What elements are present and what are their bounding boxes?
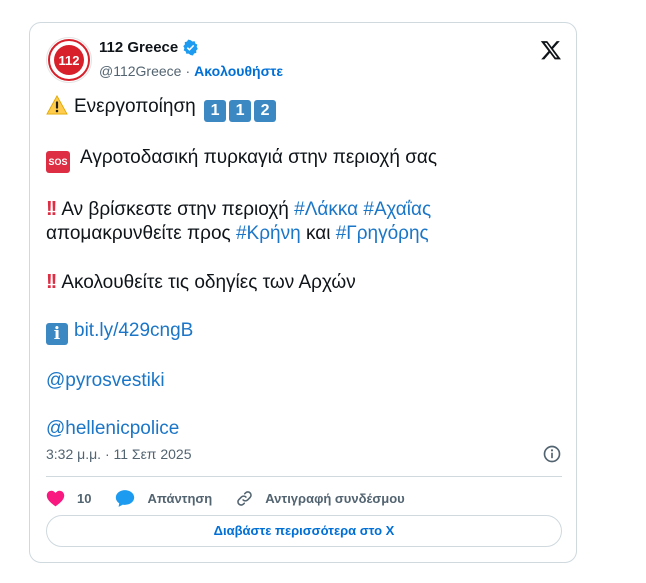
mention-pyrosvestiki[interactable]: @pyrosvestiki xyxy=(46,370,165,391)
reply-label: Απάντηση xyxy=(147,490,213,506)
avatar[interactable]: 112 xyxy=(46,37,92,83)
line-activation: Ενεργοποίηση 112 xyxy=(46,95,562,122)
hashtag-achaias[interactable]: #Αχαΐας xyxy=(363,199,431,220)
tweet-card: 112 112 Greece @112Greece · Ακολουθήστε … xyxy=(29,22,577,563)
action-bar: 10 Απάντηση Αντιγραφή συνδέσμου xyxy=(46,483,429,513)
double-exclamation-icon: !! xyxy=(46,198,57,220)
link-icon xyxy=(237,490,253,506)
mention-hellenicpolice[interactable]: @hellenicpolice xyxy=(46,418,179,439)
tweet-text: Ενεργοποίηση 112 SOS Αγροτοδασική πυρκαγι… xyxy=(46,95,562,441)
short-link[interactable]: bit.ly/429cngB xyxy=(74,320,193,341)
line-mention-1: @pyrosvestiki xyxy=(46,369,562,393)
line-link: i bit.ly/429cngB xyxy=(46,319,562,345)
reply-button[interactable]: Απάντηση xyxy=(115,489,212,508)
line-fire: SOS Αγροτοδασική πυρκαγιά στην περιοχή σα… xyxy=(46,146,562,173)
name-row: 112 Greece xyxy=(99,39,199,56)
line-mention-2: @hellenicpolice xyxy=(46,417,562,441)
fire-text: Αγροτοδασική πυρκαγιά στην περιοχή σας xyxy=(80,147,438,168)
and-text: και xyxy=(305,223,331,244)
avatar-text: 112 xyxy=(59,53,80,68)
digit-box-3: 2 xyxy=(254,100,277,122)
tweet-header: 112 112 Greece @112Greece · Ακολουθήστε xyxy=(46,37,562,85)
info-badge-icon: i xyxy=(46,323,68,345)
separator-dot: · xyxy=(185,63,191,79)
display-name[interactable]: 112 Greece xyxy=(99,39,178,56)
like-button[interactable]: 10 xyxy=(46,489,91,507)
handle-row: @112Greece · Ακολουθήστε xyxy=(99,63,283,79)
evacuate-text: απομακρυνθείτε προς xyxy=(46,223,231,244)
copy-link-label: Αντιγραφή συνδέσμου xyxy=(265,490,405,506)
line-area: !! Αν βρίσκεστε στην περιοχή #Λάκκα #Αχαΐ… xyxy=(46,197,562,222)
digit-box-2: 1 xyxy=(229,100,252,122)
activation-text: Ενεργοποίηση xyxy=(74,96,196,117)
timestamp[interactable]: 3:32 μ.μ. · 11 Σεπ 2025 xyxy=(46,446,192,462)
like-count: 10 xyxy=(77,490,92,506)
verified-badge-icon xyxy=(183,39,199,56)
copy-link-button[interactable]: Αντιγραφή συνδέσμου xyxy=(236,490,405,507)
reply-bubble-icon xyxy=(116,489,135,507)
handle[interactable]: @112Greece xyxy=(99,63,181,79)
x-logo-icon[interactable] xyxy=(540,39,562,61)
divider xyxy=(46,476,562,477)
info-circle-icon[interactable] xyxy=(542,444,562,464)
line-evacuate: απομακρυνθείτε προς #Κρήνη και #Γρηγόρης xyxy=(46,222,562,246)
read-more-button[interactable]: Διαβάστε περισσότερα στο X xyxy=(46,515,562,547)
follow-button[interactable]: Ακολουθήστε xyxy=(194,63,283,79)
digit-box-1: 1 xyxy=(204,100,227,122)
hashtag-lakka[interactable]: #Λάκκα xyxy=(294,199,358,220)
area-text: Αν βρίσκεστε στην περιοχή xyxy=(61,199,289,220)
instructions-text: Ακολουθείτε τις οδηγίες των Αρχών xyxy=(61,272,356,293)
tweet-meta: 3:32 μ.μ. · 11 Σεπ 2025 xyxy=(46,444,562,466)
warning-icon xyxy=(46,95,68,115)
line-instructions: !! Ακολουθείτε τις οδηγίες των Αρχών xyxy=(46,270,562,295)
avatar-logo-icon: 112 xyxy=(48,39,90,81)
double-exclamation-icon: !! xyxy=(46,271,57,293)
heart-icon xyxy=(46,490,65,507)
sos-badge-icon: SOS xyxy=(46,151,70,173)
hashtag-grigoris[interactable]: #Γρηγόρης xyxy=(336,223,429,244)
hashtag-krini[interactable]: #Κρήνη xyxy=(236,223,301,244)
